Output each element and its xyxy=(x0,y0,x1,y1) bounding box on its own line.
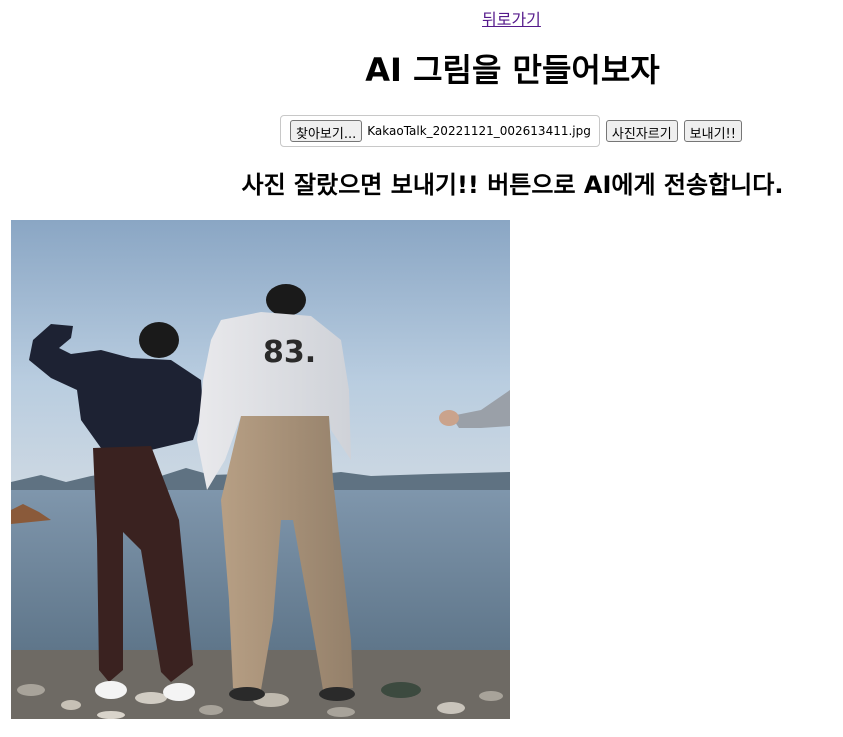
upload-controls: 찾아보기... KakaoTalk_20221121_002613411.jpg… xyxy=(280,114,742,147)
browse-button[interactable]: 찾아보기... xyxy=(290,119,363,142)
svg-text:83.: 83. xyxy=(263,335,316,370)
selected-file-name: KakaoTalk_20221121_002613411.jpg xyxy=(367,123,591,138)
file-input[interactable]: 찾아보기... KakaoTalk_20221121_002613411.jpg xyxy=(280,114,600,147)
instruction-text: 사진 잘랐으면 보내기!! 버튼으로 AI에게 전송합니다. xyxy=(241,171,784,199)
page-title: AI 그림을 만들어보자 xyxy=(365,51,660,89)
photo-canvas: 83. xyxy=(11,220,510,719)
back-link[interactable]: 뒤로가기 xyxy=(482,6,541,30)
photo-edge-sliver xyxy=(505,252,511,582)
send-button[interactable]: 보내기!! xyxy=(683,119,742,142)
uploaded-photo[interactable]: 83. xyxy=(11,220,510,719)
crop-photo-button[interactable]: 사진자르기 xyxy=(605,119,678,142)
